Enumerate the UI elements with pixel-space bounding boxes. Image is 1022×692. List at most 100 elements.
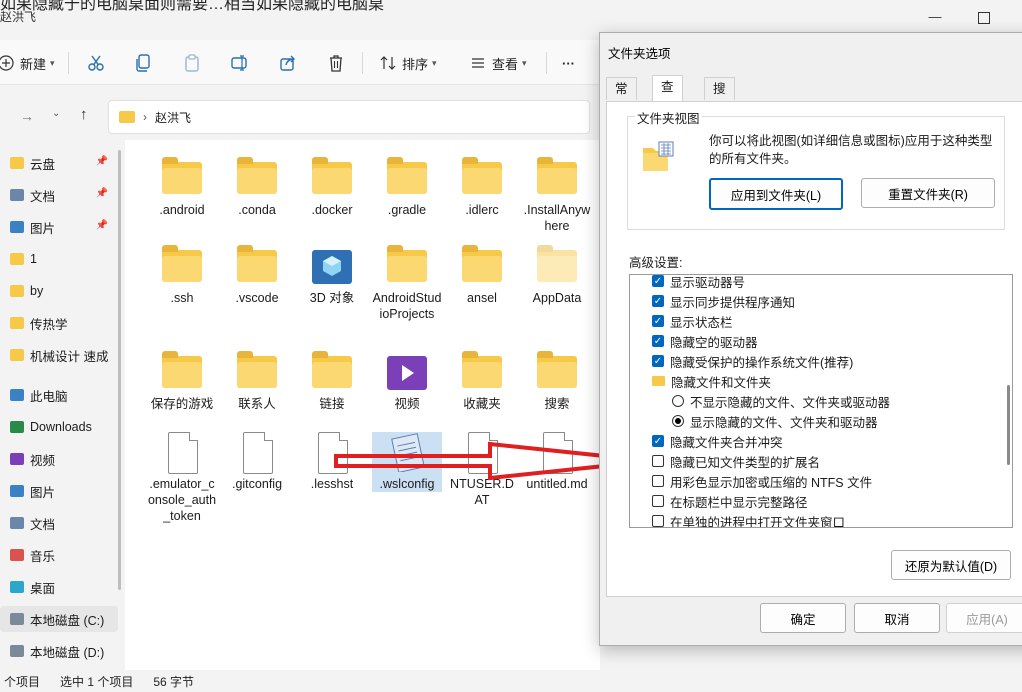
forward-arrow-icon[interactable]: → [20,108,34,124]
radio-button[interactable] [672,415,684,427]
advanced-setting-row[interactable]: ✓ 隐藏文件夹合并冲突 [652,431,783,451]
checkbox[interactable] [652,495,664,507]
checkbox[interactable] [652,515,664,527]
advanced-setting-row[interactable]: ✓ 显示驱动器号 [652,275,745,291]
sidebar-item[interactable]: Downloads [0,414,118,440]
sidebar-item-label: 此电脑 [30,389,68,404]
breadcrumb-current[interactable]: 赵洪飞 [155,109,191,126]
file-item[interactable]: 联系人 [222,351,292,412]
sidebar-item[interactable]: 云盘 📌 [0,150,118,176]
advanced-setting-row[interactable]: 在单独的进程中打开文件夹窗口 [652,511,845,527]
file-item[interactable]: .gradle [372,157,442,218]
rename-button[interactable] [230,52,250,74]
new-button[interactable]: 新建 ▾ [0,52,55,74]
ok-button[interactable]: 确定 [760,603,846,633]
file-item[interactable]: .android [147,157,217,218]
sidebar-item[interactable]: 音乐 [0,542,118,568]
cancel-button[interactable]: 取消 [854,603,940,633]
share-button[interactable] [278,52,298,74]
sidebar-item[interactable]: 本地磁盘 (D:) [0,638,118,664]
sidebar-item[interactable]: 图片 [0,478,118,504]
advanced-setting-row[interactable]: 显示隐藏的文件、文件夹和驱动器 [672,411,878,431]
sort-button[interactable]: 排序 ▾ [378,52,437,74]
file-item[interactable]: 搜索 [522,351,592,412]
up-arrow-icon[interactable]: ↑ [80,106,88,123]
copy-button[interactable] [134,52,154,74]
advanced-setting-row[interactable]: ✓ 隐藏受保护的操作系统文件(推荐) [652,351,853,371]
apply-button[interactable]: 应用(A) [946,603,1022,633]
sidebar-item[interactable]: 此电脑 [0,382,118,408]
recent-chevron-icon[interactable]: ⌄ [52,108,60,119]
checkbox[interactable]: ✓ [652,335,664,347]
checkbox[interactable]: ✓ [652,315,664,327]
apply-to-folders-button[interactable]: 应用到文件夹(L) [709,178,843,210]
checkbox[interactable]: ✓ [652,435,664,447]
file-item[interactable]: 链接 [297,351,367,412]
advanced-setting-row[interactable]: ✓ 显示状态栏 [652,311,733,331]
radio-button[interactable] [672,395,684,407]
reset-folders-button[interactable]: 重置文件夹(R) [861,178,995,208]
file-item[interactable]: 视频 [372,352,442,412]
sidebar-item[interactable]: 图片 📌 [0,214,118,240]
checkbox[interactable] [652,475,664,487]
sidebar-item[interactable]: 桌面 [0,574,118,600]
folder-icon [235,157,279,198]
sidebar-item[interactable]: by [0,278,118,304]
file-item[interactable]: 收藏夹 [447,351,517,412]
video-folder-icon [385,352,429,392]
maximize-icon[interactable] [978,12,990,24]
chevron-down-icon: ▾ [432,57,437,68]
checkbox[interactable]: ✓ [652,275,664,287]
item-count: 个项目 [4,674,41,689]
sidebar-item-label: 图片 [30,485,56,500]
file-item[interactable]: .ssh [147,245,217,306]
background-window-title-fragment: 如果隐藏于的电脑桌面则需要…相当如果隐藏的电脑桌 [0,0,385,13]
file-item[interactable]: ansel [447,245,517,306]
minimize-icon[interactable]: — [928,10,942,24]
sidebar-item[interactable]: 机械设计 速成 [0,342,118,368]
view-button[interactable]: 查看 ▾ [468,52,527,74]
advanced-list-scrollbar[interactable] [1007,385,1010,465]
advanced-setting-row[interactable]: ✓ 隐藏空的驱动器 [652,331,758,351]
sidebar-item[interactable]: 视频 [0,446,118,472]
file-item[interactable]: 保存的游戏 [147,351,217,412]
folder-view-description: 你可以将此视图(如详细信息或图标)应用于这种类型的所有文件夹。 [709,134,993,166]
advanced-setting-row[interactable]: 隐藏已知文件类型的扩展名 [652,451,820,471]
drive-icon [10,613,24,625]
sidebar-item[interactable]: 传热学 [0,310,118,336]
sidebar-item[interactable]: 本地磁盘 (C:) [0,606,118,632]
sidebar-item[interactable]: 文档 [0,510,118,536]
selection-size: 56 字节 [153,674,195,689]
advanced-setting-row[interactable]: ✓ 显示同步提供程序通知 [652,291,795,311]
file-item[interactable]: AppData [522,245,592,306]
tab-1[interactable]: 查看 [652,75,683,116]
file-item[interactable]: .conda [222,157,292,218]
file-item[interactable]: 3D 对象 [297,246,367,306]
file-item[interactable]: .InstallAnywhere [522,157,592,234]
paste-button[interactable] [182,52,202,74]
advanced-setting-row[interactable]: 不显示隐藏的文件、文件夹或驱动器 [672,391,890,411]
sidebar-item-label: 1 [30,252,37,266]
tab-0[interactable]: 常规 [606,77,637,118]
checkbox[interactable] [652,455,664,467]
file-item[interactable]: .gitconfig [222,432,292,492]
sidebar-item[interactable]: 1 [0,246,118,272]
cut-button[interactable] [86,52,106,74]
advanced-setting-row[interactable]: 在标题栏中显示完整路径 [652,491,808,511]
checkbox[interactable]: ✓ [652,355,664,367]
file-item[interactable]: .docker [297,157,367,218]
advanced-setting-row[interactable]: 隐藏文件和文件夹 [652,371,771,391]
more-options-button[interactable]: ··· [562,52,575,74]
file-item[interactable]: .vscode [222,245,292,306]
file-item[interactable]: .emulator_console_auth_token [147,432,217,524]
address-box[interactable]: › 赵洪飞 [108,100,590,134]
sidebar-item[interactable]: 文档 📌 [0,182,118,208]
restore-defaults-button[interactable]: 还原为默认值(D) [891,550,1011,580]
file-item[interactable]: .idlerc [447,157,517,218]
advanced-setting-row[interactable]: 用彩色显示加密或压缩的 NTFS 文件 [652,471,872,491]
nav-scrollbar[interactable] [118,150,121,590]
delete-button[interactable] [326,52,346,74]
file-item[interactable]: AndroidStudioProjects [372,245,442,322]
checkbox[interactable]: ✓ [652,295,664,307]
tab-2[interactable]: 搜索 [704,77,735,118]
